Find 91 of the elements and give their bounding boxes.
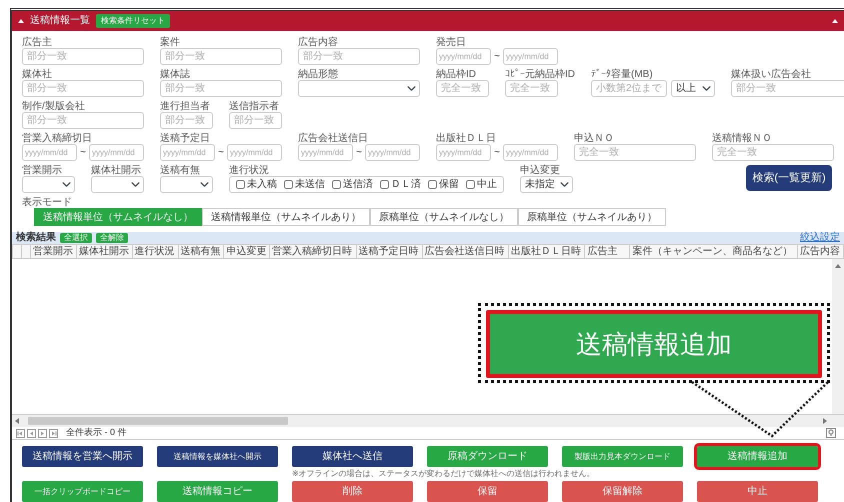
field-label: 媒体扱い広告会社 (731, 69, 812, 80)
input-field[interactable]: 部分一致 (160, 112, 213, 129)
column-header[interactable]: 進行状況 (132, 244, 178, 258)
input-field[interactable]: 部分一致 (229, 112, 282, 129)
action-button[interactable]: 削除 (292, 481, 413, 502)
mode-tab[interactable]: 原稿単位（サムネイルあり） (518, 208, 666, 226)
search-button[interactable]: 検索(一覧更新) (746, 165, 832, 191)
column-header[interactable]: 営業入稿締切日時 (270, 244, 356, 258)
checkbox-label: 保留 (439, 178, 459, 192)
input-field[interactable]: yyyy/mm/dd (298, 144, 353, 161)
input-field[interactable]: yyyy/mm/dd (436, 48, 491, 65)
input-field[interactable]: 部分一致 (160, 80, 282, 97)
offline-note: ※オフラインの場合は、ステータスが変わるだけで媒体社への送信は行われません。 (292, 469, 596, 479)
input-field[interactable]: yyyy/mm/dd (22, 144, 77, 161)
input-field[interactable]: 完全一致 (505, 80, 558, 97)
action-button[interactable]: 送稿情報を営業へ開示 (22, 446, 143, 467)
input-field[interactable]: 部分一致 (22, 48, 144, 65)
checkbox-label: ＤＬ済 (391, 178, 421, 192)
action-button[interactable]: 保留解除 (562, 481, 683, 502)
mode-tab[interactable]: 原稿単位（サムネイルなし） (370, 208, 518, 226)
column-header[interactable]: 出版社ＤＬ日時 (508, 244, 585, 258)
input-field[interactable]: 部分一致 (160, 48, 282, 65)
field-label: 媒体社開示 (91, 165, 142, 176)
field-label: 発売日 (436, 37, 467, 48)
results-title: 検索結果 (16, 233, 56, 243)
field-label: 広告内容 (298, 37, 339, 48)
checkbox-label: 送信済 (343, 178, 373, 192)
column-header[interactable]: 広告会社送信日時 (422, 244, 509, 258)
checkbox-label: 中止 (477, 178, 497, 192)
column-header[interactable]: 案件（キャンペーン、商品名など） (630, 244, 798, 258)
column-header[interactable]: 送稿有無 (178, 244, 224, 258)
select-field[interactable]: 未指定 (520, 176, 573, 193)
mode-tab[interactable]: 送稿情報単位（サムネイルあり） (202, 208, 370, 226)
range-separator: ~ (217, 146, 225, 160)
field-label: 納品形態 (298, 69, 339, 80)
column-header[interactable]: 営業開示 (30, 244, 76, 258)
input-field[interactable]: 部分一致 (22, 112, 144, 129)
field-label: 進行担当者 (160, 101, 211, 112)
input-field[interactable]: yyyy/mm/dd (365, 144, 420, 161)
field-label: 表示モード (22, 197, 73, 208)
input-field[interactable]: yyyy/mm/dd (160, 144, 215, 161)
column-header[interactable]: 媒体社開示 (76, 244, 132, 258)
checkbox-label: 未入稿 (247, 178, 277, 192)
input-field[interactable]: yyyy/mm/dd (503, 144, 558, 161)
field-label: 営業開示 (22, 165, 63, 176)
select-field[interactable]: 以上 (671, 80, 715, 97)
range-separator: ~ (79, 146, 87, 160)
field-label: 媒体誌 (160, 69, 191, 80)
field-label: 送稿有無 (160, 165, 201, 176)
range-separator: ~ (355, 146, 363, 160)
field-label: 営業入稿締切日 (22, 133, 93, 144)
action-button[interactable]: 媒体社へ送信 (292, 446, 413, 467)
action-button[interactable]: 保留 (427, 481, 548, 502)
action-button[interactable]: 中止 (697, 481, 818, 502)
field-label: 進行状況 (229, 165, 270, 176)
column-header[interactable]: 広告内容 (798, 244, 844, 258)
column-header[interactable]: 申込変更 (224, 244, 270, 258)
field-label: 媒体社 (22, 69, 53, 80)
input-field[interactable]: 完全一致 (436, 80, 489, 97)
pager-text: 全件表示 - 0 件 (66, 426, 127, 440)
input-field[interactable]: yyyy/mm/dd (227, 144, 282, 161)
column-header[interactable]: 広告主 (584, 244, 630, 258)
field-label: 申込変更 (520, 165, 561, 176)
field-label: 制作/製版会社 (22, 101, 86, 112)
action-button[interactable]: 送稿情報を媒体社へ開示 (157, 446, 278, 467)
column-header[interactable]: 送稿予定日時 (356, 244, 422, 258)
input-field[interactable]: yyyy/mm/dd (503, 48, 558, 65)
field-label: 出版社ＤＬ日 (436, 133, 497, 144)
field-label: 広告会社送信日 (298, 133, 369, 144)
input-field[interactable]: 小数第2位まで (591, 80, 667, 97)
input-field[interactable]: yyyy/mm/dd (436, 144, 491, 161)
range-separator: ~ (493, 146, 501, 160)
filter-settings-link[interactable]: 絞込設定 (800, 233, 840, 243)
field-label: 申込ＮＯ (574, 133, 615, 144)
field-label: 送信指示者 (229, 101, 280, 112)
field-label: 納品枠ID (436, 69, 477, 80)
input-field[interactable]: 完全一致 (712, 144, 834, 161)
field-label: 案件 (160, 37, 181, 48)
input-field[interactable]: 部分一致 (22, 80, 144, 97)
range-separator: ~ (493, 50, 501, 64)
field-label: ﾃﾞｰﾀ容量(MB) (591, 69, 654, 80)
input-field[interactable]: 部分一致 (731, 80, 844, 97)
field-label: ｺﾋﾟｰ元納品枠ID (505, 69, 575, 80)
input-field[interactable]: 部分一致 (298, 48, 420, 65)
panel-title: 送稿情報一覧 (30, 16, 90, 26)
field-label: 広告主 (22, 37, 53, 48)
input-field[interactable]: yyyy/mm/dd (89, 144, 144, 161)
field-label: 送稿予定日 (160, 133, 211, 144)
field-label: 送稿情報ＮＯ (712, 133, 773, 144)
input-field[interactable]: 完全一致 (574, 144, 696, 161)
checkbox-label: 未送信 (295, 178, 325, 192)
